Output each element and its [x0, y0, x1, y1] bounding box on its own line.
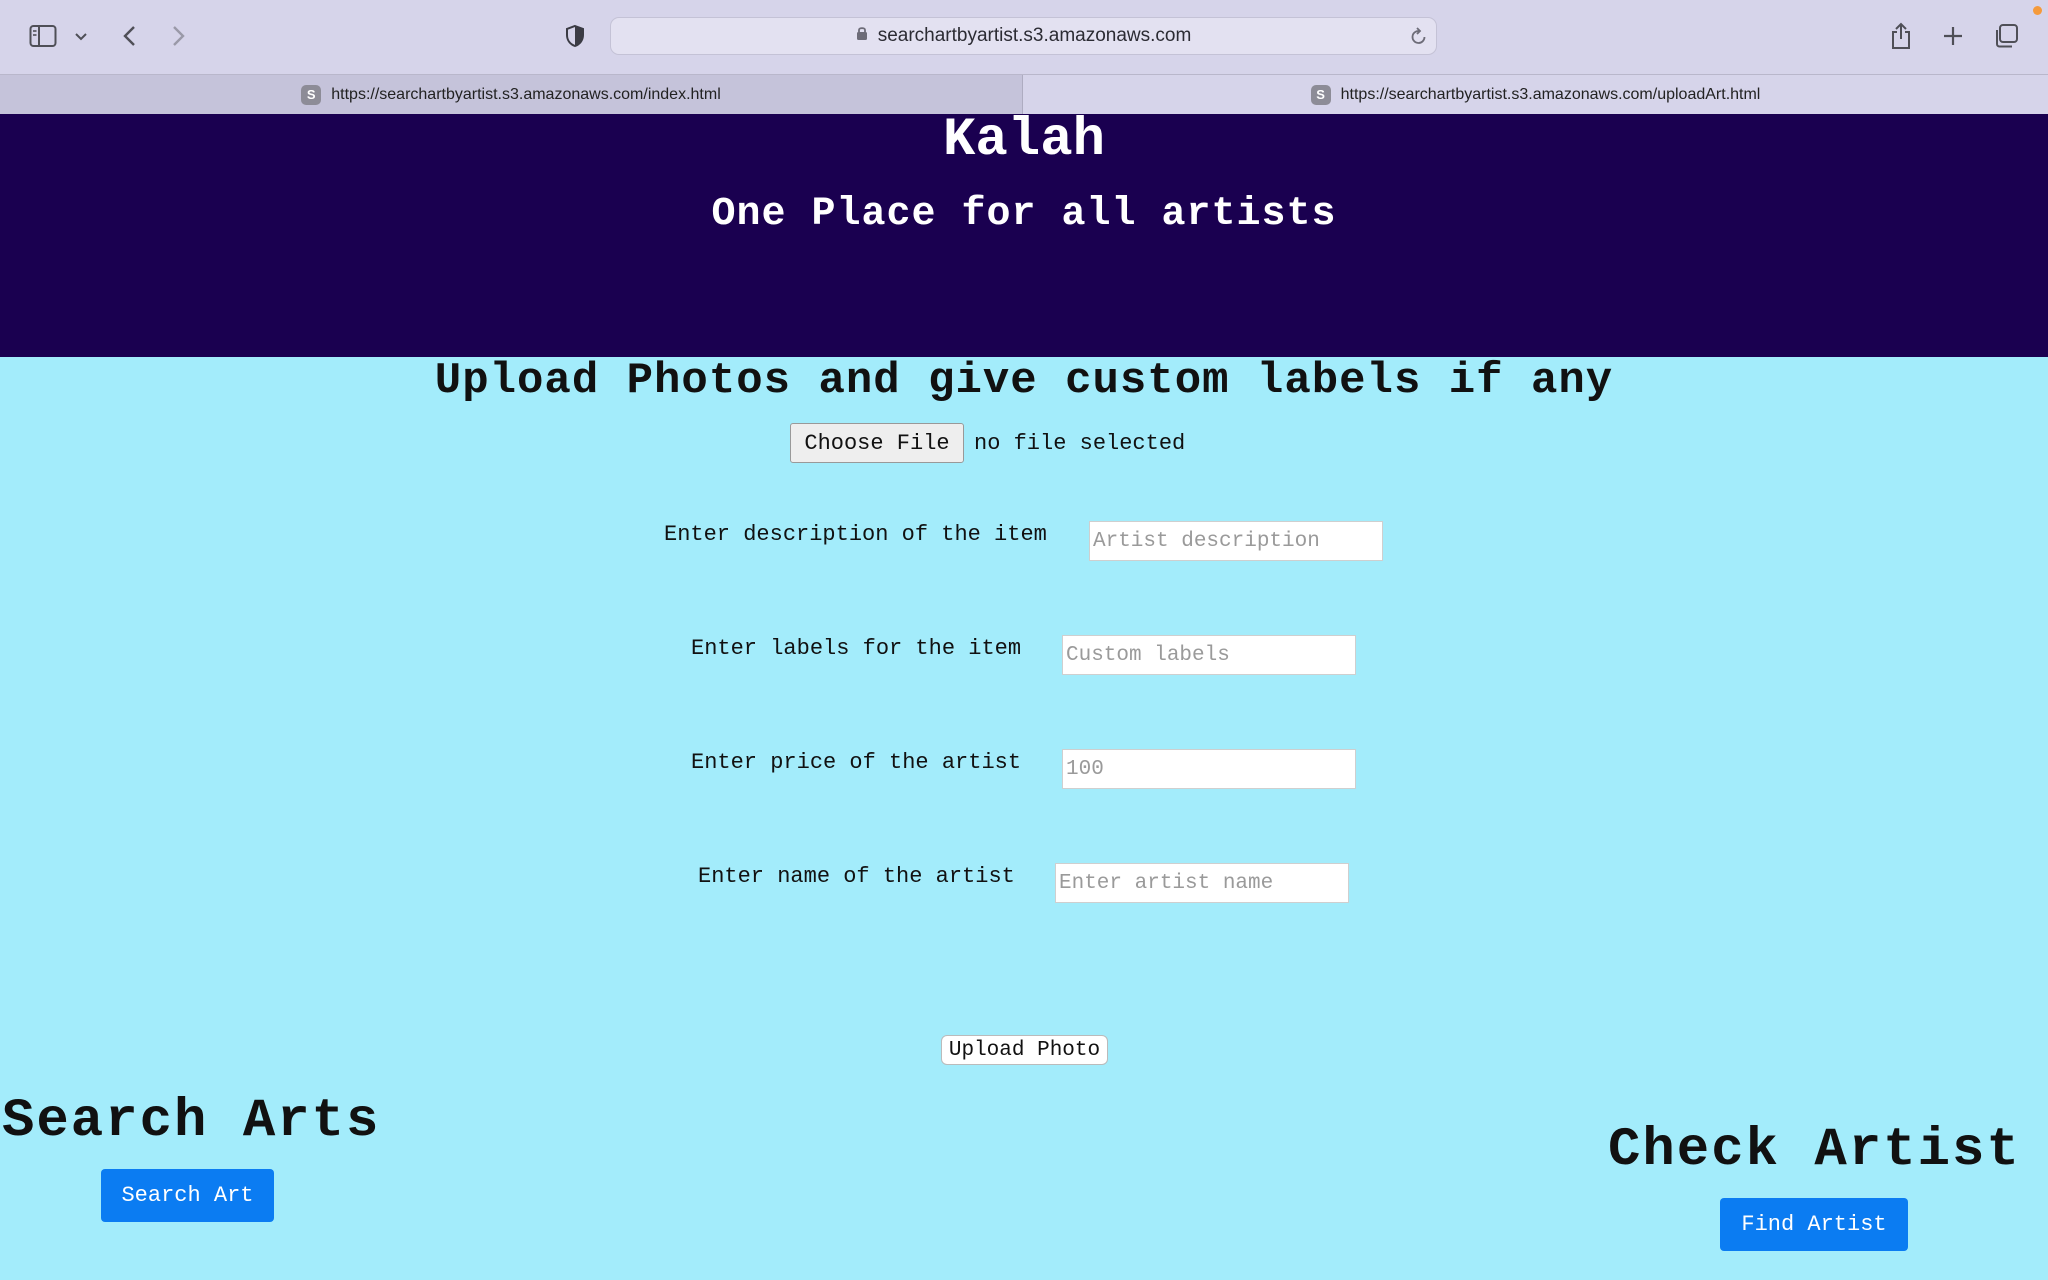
forward-icon[interactable]	[166, 22, 192, 50]
notification-dot	[2033, 6, 2042, 15]
description-label: Enter description of the item	[664, 522, 1047, 547]
reload-icon[interactable]	[1410, 26, 1428, 52]
chevron-down-icon[interactable]	[72, 28, 90, 46]
artist-name-input[interactable]	[1055, 863, 1349, 903]
site-tagline: One Place for all artists	[711, 192, 1337, 237]
address-text: searchartbyartist.s3.amazonaws.com	[877, 25, 1192, 46]
labels-input[interactable]	[1062, 635, 1356, 675]
site-title: Kalah	[942, 110, 1106, 171]
back-icon[interactable]	[116, 22, 142, 50]
check-artist-heading: Check Artist	[1608, 1120, 2021, 1181]
address-bar[interactable]: searchartbyartist.s3.amazonaws.com	[610, 17, 1437, 55]
favicon-icon: S	[301, 84, 322, 105]
share-icon[interactable]	[1888, 20, 1914, 52]
browser-toolbar: searchartbyartist.s3.amazonaws.com	[0, 0, 2048, 74]
file-picker: Choose File no file selected	[790, 423, 1185, 463]
labels-label: Enter labels for the item	[691, 636, 1022, 661]
tab-index[interactable]: S https://searchartbyartist.s3.amazonaws…	[0, 75, 1023, 114]
tab-label: https://searchartbyartist.s3.amazonaws.c…	[331, 85, 721, 103]
shield-icon[interactable]	[562, 22, 588, 50]
upload-photo-button[interactable]: Upload Photo	[941, 1035, 1108, 1065]
tab-label: https://searchartbyartist.s3.amazonaws.c…	[1340, 85, 1761, 103]
price-label: Enter price of the artist	[691, 750, 1022, 775]
tab-bar: S https://searchartbyartist.s3.amazonaws…	[0, 74, 2048, 114]
upload-heading: Upload Photos and give custom labels if …	[434, 356, 1614, 406]
tab-upload-art[interactable]: S https://searchartbyartist.s3.amazonaws…	[1023, 75, 2048, 114]
find-artist-button[interactable]: Find Artist	[1720, 1198, 1908, 1251]
price-input[interactable]	[1062, 749, 1356, 789]
search-art-button[interactable]: Search Art	[101, 1169, 274, 1222]
choose-file-button[interactable]: Choose File	[790, 423, 964, 463]
favicon-icon: S	[1310, 84, 1331, 105]
file-status: no file selected	[974, 430, 1186, 456]
artist-name-label: Enter name of the artist	[698, 864, 1015, 889]
lock-icon	[856, 25, 868, 47]
sidebar-icon[interactable]	[28, 22, 58, 50]
search-arts-heading: Search Arts	[2, 1091, 381, 1152]
tabs-overview-icon[interactable]	[1992, 21, 2020, 51]
site-header: Kalah One Place for all artists	[0, 110, 2048, 357]
plus-icon[interactable]	[1940, 22, 1966, 50]
description-input[interactable]	[1089, 521, 1383, 561]
